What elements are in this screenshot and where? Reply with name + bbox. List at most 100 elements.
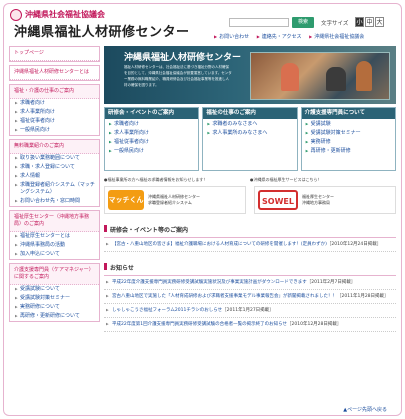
sidebar-item-top[interactable]: トップページ bbox=[10, 47, 99, 61]
events-column-item[interactable]: 求職者向け bbox=[105, 119, 198, 128]
sidebar-center-item[interactable]: 福祉厚生センターとは bbox=[10, 232, 99, 241]
events-column-heading[interactable]: 研修会・イベントのご案内 bbox=[105, 108, 199, 119]
notice-item-date: ［2011年1月27日掲載］ bbox=[222, 308, 274, 313]
notice-item-link[interactable]: 平成22年度介護支援専門員実務研修受講試験実施状況及び事業実施計画がダウンロード… bbox=[112, 280, 307, 285]
sowel-banner-text: 福祉厚生センター 沖縄地方事務局 bbox=[302, 194, 334, 206]
search-input[interactable] bbox=[229, 18, 289, 27]
sidebar-item-about[interactable]: 沖縄県福祉人材研修センターとは bbox=[10, 66, 99, 80]
sidebar-care-box: 介護支援専門員（ケアマネジャー）に関するご案内 受講試験について 受講試験対策セ… bbox=[9, 263, 100, 322]
sowel-logo: SOWEL bbox=[258, 190, 298, 210]
fontsize-small-button[interactable]: 小 bbox=[355, 17, 364, 27]
notice-item-date: ［2010年12月28日掲載］ bbox=[287, 322, 342, 327]
banner-label-left: ●福祉事業所の方へ福祉の求職者情報をお知らせします！ bbox=[104, 177, 208, 182]
sidebar-care-item[interactable]: 受講試験について bbox=[10, 285, 99, 294]
pagetop-link[interactable]: ▲ページ先頭へ戻る bbox=[343, 406, 387, 413]
care-column-item[interactable]: 受講試験 bbox=[302, 119, 395, 128]
jobs-column: 福祉の仕事のご案内 求職者のみなさまへ 求人事業所のみなさまへ bbox=[202, 107, 298, 171]
matchkun-logo: マッチくん bbox=[108, 190, 144, 210]
hero-banner: 沖縄県福祉人材研修センター 福祉人材研修センターは、社会福祉法に基づき福祉分野の… bbox=[104, 46, 396, 104]
notice-item[interactable]: 宮古八重山地区で実施した「人材育成研修および求職者支援事業モデル事業報告会」が新… bbox=[104, 290, 396, 304]
fontsize-medium-button[interactable]: 中 bbox=[365, 17, 374, 27]
fontsize-large-button[interactable]: 大 bbox=[375, 17, 384, 27]
person-figure bbox=[326, 67, 346, 91]
notice-item-link[interactable]: しゃしゃこうさ福祉フォーラム2011チラシのおしらせ bbox=[112, 308, 222, 313]
sidebar-center-item[interactable]: 沖縄県事務局の活動 bbox=[10, 241, 99, 250]
sidebar-free-item[interactable]: お問い合わせ先・窓口時間 bbox=[10, 197, 99, 206]
matching-banner-text: 沖縄県福祉人材研修センター 求職登録者紹介システム bbox=[148, 194, 200, 206]
sidebar-job-box: 福祉・介護の仕事のご案内 求職者向け 求人事業所向け 福祉従事者向け 一般県民向… bbox=[9, 84, 100, 136]
care-column-item[interactable]: 再研修・更新研修 bbox=[302, 146, 395, 155]
sidebar-free-item[interactable]: 取り扱い業務範囲について bbox=[10, 154, 99, 163]
matching-banner-line2: 求職登録者紹介システム bbox=[148, 200, 192, 205]
sidebar-about-box: 沖縄県福祉人材研修センターとは bbox=[9, 65, 100, 81]
search-button[interactable]: 検索 bbox=[292, 17, 314, 28]
event-item-link[interactable]: 【宮古・八重山地区の皆さま】福祉介護職場における人材育成についての研修を開催しま… bbox=[112, 242, 327, 247]
sidebar-job-item[interactable]: 求職者向け bbox=[10, 99, 99, 108]
matching-system-banner[interactable]: マッチくん 沖縄県福祉人材研修センター 求職登録者紹介システム bbox=[104, 186, 246, 214]
notices-section-heading: お知らせ bbox=[104, 260, 396, 276]
sidebar-top-box: トップページ bbox=[9, 46, 100, 62]
events-section: 研修会・イベント等のご案内 【宮古・八重山地区の皆さま】福祉介護職場における人材… bbox=[104, 222, 396, 252]
events-column: 研修会・イベントのご案内 求職者向け 求人事業所向け 福祉従事者向け 一般県民向… bbox=[104, 107, 200, 171]
page-frame: 沖縄県社会福祉協議会 沖縄県福祉人材研修センター 検索 文字サイズ 小 中 大 … bbox=[3, 3, 402, 416]
site-title[interactable]: 沖縄県福祉人材研修センター bbox=[14, 21, 190, 40]
sidebar-job-item[interactable]: 一般県民向け bbox=[10, 126, 99, 135]
events-column-item[interactable]: 福祉従事者向け bbox=[105, 137, 198, 146]
care-column-heading[interactable]: 介護支援専門員について bbox=[301, 108, 395, 119]
care-column-item[interactable]: 受講試験対策セミナー bbox=[302, 128, 395, 137]
info-columns: 研修会・イベントのご案内 求職者向け 求人事業所向け 福祉従事者向け 一般県民向… bbox=[104, 107, 396, 171]
banner-label-right: ●沖縄県の福祉厚生サービスはこちら！ bbox=[250, 177, 322, 182]
hero-title: 沖縄県福祉人材研修センター bbox=[124, 53, 242, 63]
sidebar: トップページ 沖縄県福祉人材研修センターとは 福祉・介護の仕事のご案内 求職者向… bbox=[9, 46, 100, 325]
sidebar-center-box: 福祉厚生センター（沖縄地方事務局）のご案内 福祉厚生センターとは 沖縄県事務局の… bbox=[9, 210, 100, 260]
hero-photo bbox=[250, 52, 390, 100]
sidebar-center-item[interactable]: 加入申込について bbox=[10, 250, 99, 259]
sidebar-job-item[interactable]: 求人事業所向け bbox=[10, 108, 99, 117]
org-subtitle[interactable]: 沖縄県社会福祉協議会 bbox=[25, 9, 105, 20]
sowel-banner-line2: 沖縄地方事務局 bbox=[302, 200, 330, 205]
sidebar-center-heading[interactable]: 福祉厚生センター（沖縄地方事務局）のご案内 bbox=[10, 211, 99, 232]
sidebar-care-heading[interactable]: 介護支援専門員（ケアマネジャー）に関するご案内 bbox=[10, 264, 99, 285]
notice-item-link[interactable]: 宮古八重山地区で実施した「人材育成研修および求職者支援事業モデル事業報告会」が新… bbox=[112, 294, 337, 299]
site-header: 沖縄県社会福祉協議会 沖縄県福祉人材研修センター 検索 文字サイズ 小 中 大 … bbox=[4, 4, 401, 44]
sidebar-care-item[interactable]: 実務研修について bbox=[10, 303, 99, 312]
care-column-item[interactable]: 実務研修 bbox=[302, 137, 395, 146]
notice-item-date: ［2011年2月7日掲載］ bbox=[306, 280, 356, 285]
sidebar-job-item[interactable]: 福祉従事者向け bbox=[10, 117, 99, 126]
care-column: 介護支援専門員について 受講試験 受講試験対策セミナー 実務研修 再研修・更新研… bbox=[300, 107, 396, 171]
sowel-banner[interactable]: SOWEL 福祉厚生センター 沖縄地方事務局 bbox=[254, 186, 396, 214]
notice-item[interactable]: しゃしゃこうさ福祉フォーラム2011チラシのおしらせ［2011年1月27日掲載］ bbox=[104, 304, 396, 318]
hero-description: 福祉人材研修センターは、社会福祉法に基づき福祉分野の人材確保を目的として、沖縄県… bbox=[124, 65, 232, 87]
events-column-item[interactable]: 一般県民向け bbox=[105, 146, 198, 155]
main-content: 沖縄県福祉人材研修センター 福祉人材研修センターは、社会福祉法に基づき福祉分野の… bbox=[104, 46, 396, 332]
jobs-column-item[interactable]: 求職者のみなさまへ bbox=[203, 119, 296, 128]
sidebar-care-item[interactable]: 再研修・更新研修について bbox=[10, 312, 99, 321]
sidebar-free-item[interactable]: 求職登録者紹介システム（マッチングシステム） bbox=[10, 181, 99, 197]
sidebar-job-heading[interactable]: 福祉・介護の仕事のご案内 bbox=[10, 85, 99, 99]
person-figure bbox=[356, 61, 372, 91]
sidebar-free-item[interactable]: 求人情報 bbox=[10, 172, 99, 181]
events-column-item[interactable]: 求人事業所向け bbox=[105, 128, 198, 137]
notice-item[interactable]: 平成22年度介護支援専門員実務研修受講試験実施状況及び事業実施計画がダウンロード… bbox=[104, 276, 396, 290]
jobs-column-item[interactable]: 求人事業所のみなさまへ bbox=[203, 128, 296, 137]
event-item[interactable]: 【宮古・八重山地区の皆さま】福祉介護職場における人材育成についての研修を開催しま… bbox=[104, 238, 396, 252]
sidebar-free-item[interactable]: 求職・求人登録について bbox=[10, 163, 99, 172]
notice-item-link[interactable]: 平成22年度第1回介護支援専門員実務研修受講試験の合格者一覧の掲示終了のお知らせ bbox=[112, 322, 287, 327]
fontsize-label: 文字サイズ bbox=[321, 21, 349, 27]
event-item-date: ［2010年12月24日掲載］ bbox=[326, 242, 382, 247]
contact-link[interactable]: お問い合わせ bbox=[214, 34, 249, 40]
person-figure bbox=[281, 63, 299, 91]
council-link[interactable]: 沖縄県社会福祉協議会 bbox=[309, 34, 364, 40]
events-section-heading: 研修会・イベント等のご案内 bbox=[104, 222, 396, 238]
sidebar-free-box: 無料職業紹介のご案内 取り扱い業務範囲について 求職・求人登録について 求人情報… bbox=[9, 139, 100, 207]
header-links: お問い合わせ 連絡先・アクセス 沖縄県社会福祉協議会 bbox=[214, 33, 399, 40]
access-link[interactable]: 連絡先・アクセス bbox=[257, 34, 302, 40]
org-logo-icon[interactable] bbox=[10, 9, 22, 21]
banner-labels: ●福祉事業所の方へ福祉の求職者情報をお知らせします！ ●沖縄県の福祉厚生サービス… bbox=[104, 177, 396, 183]
sidebar-care-item[interactable]: 受講試験対策セミナー bbox=[10, 294, 99, 303]
jobs-column-heading[interactable]: 福祉の仕事のご案内 bbox=[203, 108, 297, 119]
sidebar-free-heading[interactable]: 無料職業紹介のご案内 bbox=[10, 140, 99, 154]
notice-item[interactable]: 平成22年度第1回介護支援専門員実務研修受講試験の合格者一覧の掲示終了のお知らせ… bbox=[104, 318, 396, 332]
notice-item-date: ［2011年1月28日掲載］ bbox=[337, 294, 389, 299]
notices-section: お知らせ 平成22年度介護支援専門員実務研修受講試験実施状況及び事業実施計画がダ… bbox=[104, 260, 396, 332]
